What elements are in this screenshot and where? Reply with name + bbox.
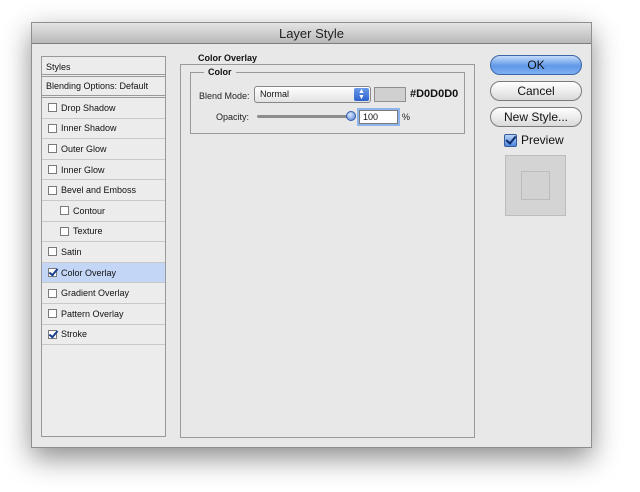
style-checkbox[interactable] (48, 144, 57, 154)
style-item-satin[interactable]: Satin (42, 242, 165, 263)
style-item-label: Outer Glow (61, 143, 107, 154)
style-item-gradient-overlay[interactable]: Gradient Overlay (42, 283, 165, 304)
style-checkbox[interactable] (48, 123, 57, 133)
color-hex-value: #D0D0D0 (410, 88, 459, 100)
color-group (190, 72, 465, 134)
style-item-contour[interactable]: Contour (42, 201, 165, 222)
style-checkbox[interactable] (60, 206, 69, 216)
blend-mode-value: Normal (260, 89, 290, 99)
style-item-label: Stroke (61, 329, 88, 340)
preview-checkbox[interactable] (504, 133, 517, 147)
preview-thumbnail (505, 155, 566, 216)
group-title: Color (204, 67, 236, 77)
style-item-texture[interactable]: Texture (42, 222, 165, 243)
blending-options-label: Blending Options: Default (46, 81, 149, 91)
select-arrows-icon: ▲ ▼ (354, 88, 369, 101)
style-item-label: Contour (73, 205, 106, 216)
style-item-label: Texture (73, 226, 103, 237)
style-checkbox[interactable] (48, 288, 57, 298)
new-style-button[interactable]: New Style... (490, 107, 582, 127)
style-item-label: Bevel and Emboss (61, 185, 137, 196)
style-item-label: Gradient Overlay (61, 288, 130, 299)
style-item-inner-glow[interactable]: Inner Glow (42, 160, 165, 181)
color-swatch[interactable] (374, 87, 406, 102)
style-item-pattern-overlay[interactable]: Pattern Overlay (42, 304, 165, 325)
style-checkbox[interactable] (48, 185, 57, 195)
panel-title: Color Overlay (194, 53, 262, 63)
styles-list: Styles Blending Options: Default Drop Sh… (41, 56, 166, 437)
style-item-label: Pattern Overlay (61, 308, 124, 319)
opacity-unit: % (402, 112, 411, 122)
style-item-inner-shadow[interactable]: Inner Shadow (42, 119, 165, 140)
preview-layer-square (521, 171, 550, 200)
styles-header[interactable]: Styles (42, 57, 165, 77)
style-item-label: Inner Glow (61, 164, 105, 175)
opacity-slider-thumb[interactable] (346, 111, 356, 121)
style-item-bevel-and-emboss[interactable]: Bevel and Emboss (42, 180, 165, 201)
style-checkbox[interactable] (48, 268, 57, 278)
style-item-stroke[interactable]: Stroke (42, 325, 165, 346)
cancel-button[interactable]: Cancel (490, 81, 582, 101)
style-item-label: Inner Shadow (61, 123, 117, 134)
preview-toggle[interactable]: Preview (504, 133, 564, 147)
style-checkbox[interactable] (48, 309, 57, 319)
opacity-slider-track[interactable] (257, 115, 353, 118)
ok-button[interactable]: OK (490, 55, 582, 75)
style-item-label: Drop Shadow (61, 102, 116, 113)
style-checkbox[interactable] (48, 103, 57, 113)
blending-options-item[interactable]: Blending Options: Default (42, 77, 165, 98)
style-item-label: Color Overlay (61, 267, 117, 278)
style-item-outer-glow[interactable]: Outer Glow (42, 139, 165, 160)
opacity-input[interactable]: 100 (359, 110, 398, 124)
blend-mode-select[interactable]: Normal ▲ ▼ (254, 86, 371, 103)
window-title: Layer Style (32, 23, 591, 44)
style-checkbox[interactable] (48, 165, 57, 175)
opacity-label: Opacity: (216, 112, 250, 122)
style-item-label: Satin (61, 246, 82, 257)
style-checkbox[interactable] (48, 329, 57, 339)
blend-mode-label: Blend Mode: (199, 91, 250, 101)
style-checkbox[interactable] (60, 226, 69, 236)
style-item-color-overlay[interactable]: Color Overlay (42, 262, 165, 284)
style-item-drop-shadow[interactable]: Drop Shadow (42, 98, 165, 119)
style-checkbox[interactable] (48, 247, 57, 257)
preview-label: Preview (521, 133, 564, 147)
